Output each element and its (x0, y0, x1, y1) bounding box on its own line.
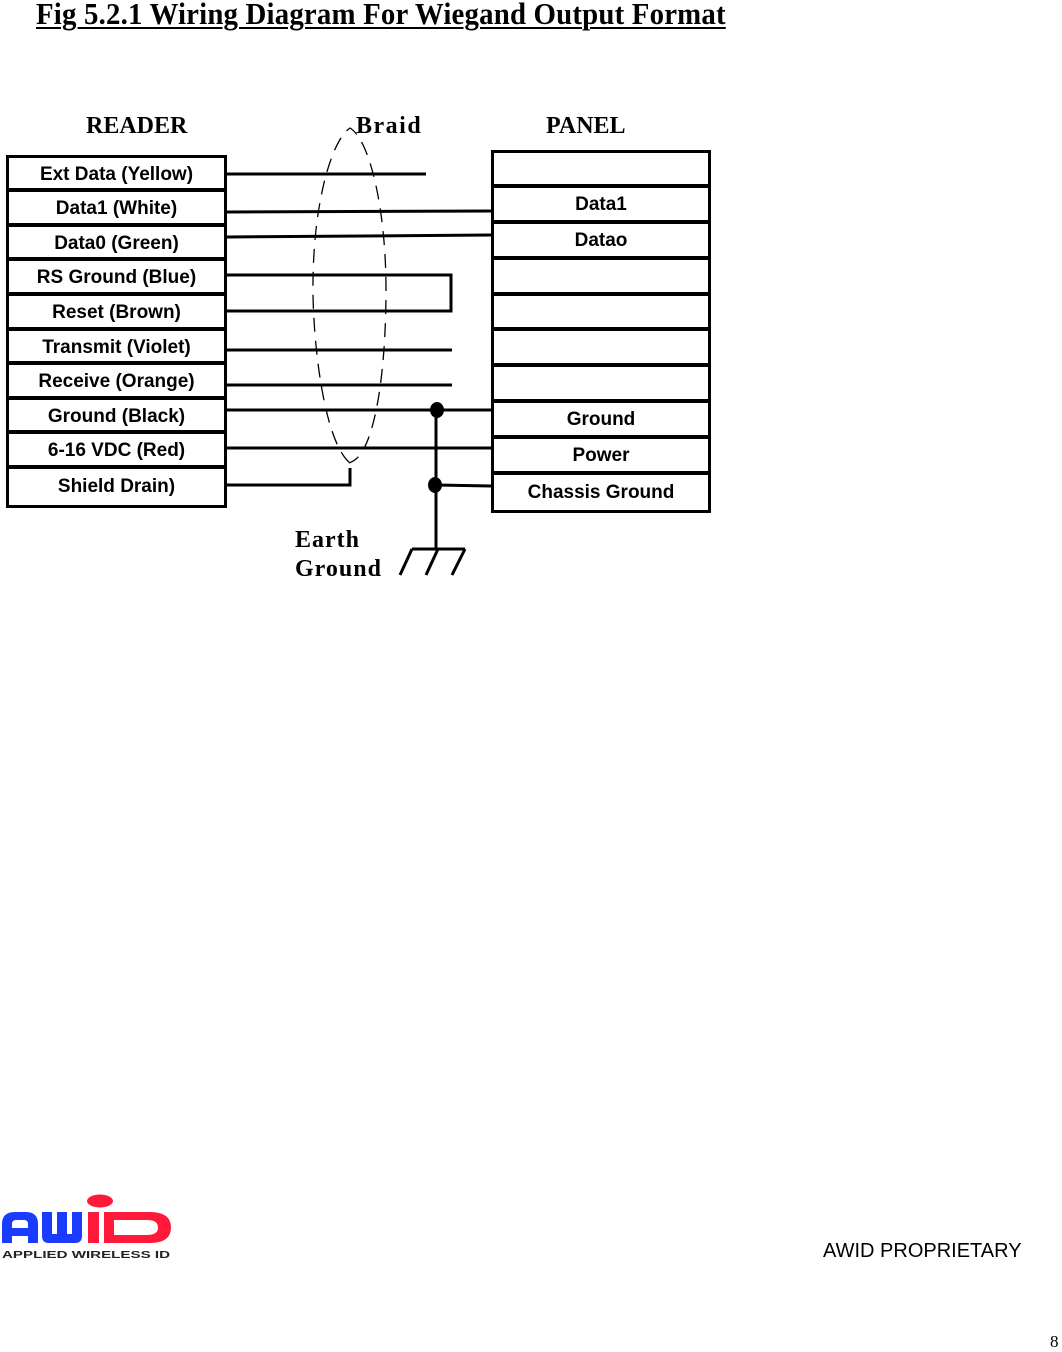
wire-rs-ground-reset-jumper (227, 273, 453, 313)
proprietary-notice: AWID PROPRIETARY (823, 1240, 1022, 1262)
awid-logo-mark (2, 1194, 171, 1243)
awid-logo: APPLIED WIRELESS ID (2, 1194, 171, 1261)
awid-logo-subtitle: APPLIED WIRELESS ID (2, 1249, 171, 1261)
earth-ground-tick (450, 548, 467, 576)
braid-shield-outline (312, 127, 387, 464)
earth-ground-tick (424, 548, 440, 576)
wire-data1 (226, 209, 492, 214)
page-number: 8 (1050, 1332, 1059, 1351)
earth-ground-label-line1: Earth (295, 527, 360, 553)
junction-dot-ground (430, 402, 444, 418)
wire-shield-drain (227, 468, 352, 487)
wire-chassis-ground (435, 483, 492, 488)
wire-data0 (226, 233, 492, 239)
earth-ground-label-line2: Ground (295, 556, 382, 582)
junction-dot-chassis (428, 477, 442, 493)
wiring-svg (226, 127, 492, 576)
earth-ground-label: Earth Ground (295, 526, 382, 584)
earth-ground-tick (398, 548, 414, 576)
